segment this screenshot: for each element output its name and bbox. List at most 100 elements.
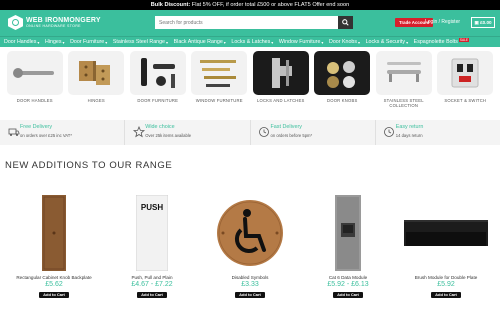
product-card[interactable]: Cat 6 Data Module £5.92 - £6.13 Add to C… [299,195,397,298]
nav-item-locks-security[interactable]: Locks & Security ▾ [366,39,408,45]
feature-title: Free Delivery [20,124,53,130]
nav-item-stainless-steel-range[interactable]: Stainless Steel Range ▾ [113,39,168,45]
category-locks-and-latches[interactable]: LOCKS AND LATCHES [250,51,312,114]
category-hinges[interactable]: HINGES [66,51,128,114]
category-image [375,51,432,95]
category-label: WINDOW FURNITURE [195,98,243,103]
nav-label: Door Knobs [329,39,357,45]
nav-item-locks-latches[interactable]: Locks & Latches ▾ [231,39,273,45]
promo-strong: Bulk Discount: [150,2,191,8]
feature-bar: Free Delivery on orders over £25 inc VAT… [0,120,500,145]
product-image [201,195,299,271]
product-price: £4.67 - £7.22 [131,281,173,288]
nav-label: Locks & Latches [231,39,271,45]
chevron-down-icon: ▾ [358,39,361,45]
nav-label: Hinges [45,39,62,45]
category-door-furniture[interactable]: DOOR FURNITURE [127,51,189,114]
chevron-down-icon: ▾ [406,39,409,45]
nav-item-espagnolette-bolts[interactable]: Espagnolette Bolts SALE [414,38,469,45]
category-image [437,51,494,95]
chevron-down-icon: ▾ [271,39,274,45]
product-name: Cat 6 Data Module [328,275,368,280]
feature-title: Fast Delivery [270,124,302,130]
category-door-handles[interactable]: DOOR HANDLES [4,51,66,114]
add-to-cart-button[interactable]: Add to Cart [39,292,69,298]
category-label: DOOR HANDLES [16,98,53,103]
nav-item-black-antique-range[interactable]: Black Antique Range ▾ [174,39,226,45]
product-price: £5.62 [45,281,63,288]
nav-label: Black Antique Range [173,39,223,45]
nav-item-door-knobs[interactable]: Door Knobs ▾ [329,39,360,45]
product-price: £3.33 [241,281,259,288]
chevron-down-icon: ▾ [166,39,169,45]
logo-icon [8,15,23,30]
cart-button[interactable]: ▣ £0.00 [471,17,495,28]
sale-badge: SALE [458,38,469,42]
search-input[interactable] [155,16,338,29]
category-image [6,51,63,95]
product-card[interactable]: Brush Module for Double Plate £5.92 Add … [397,195,495,298]
search-icon [342,19,349,26]
chevron-down-icon: ▾ [321,39,324,45]
product-card[interactable]: PUSH Push, Pull and Plain £4.67 - £7.22 … [103,195,201,298]
feature-title: Easy return [395,124,424,130]
add-to-cart-button[interactable]: Add to Cart [333,292,363,298]
category-label: LOCKS AND LATCHES [256,98,305,103]
cart-icon: ▣ [474,20,479,25]
push-sign-text: PUSH [140,202,164,212]
star-icon [132,125,145,138]
feature-subtitle: Over 25k items available [145,133,192,138]
category-door-knobs[interactable]: DOOR KNOBS [312,51,374,114]
truck-icon [7,125,20,138]
product-card[interactable]: Rectangular Cabinet Knob Backplate £5.62… [5,195,103,298]
feature-subtitle: 14 days return [395,133,423,138]
product-card[interactable]: Disabled Symbols £3.33 Add to Cart [201,195,299,298]
nav-item-hinges[interactable]: Hinges ▾ [45,39,65,45]
promo-bar: Bulk Discount: Flat 5% OFF, if order tot… [0,0,500,10]
clock-icon [383,125,396,138]
add-to-cart-button[interactable]: Add to Cart [235,292,265,298]
category-window-furniture[interactable]: WINDOW FURNITURE [189,51,251,114]
nav-item-door-furniture[interactable]: Door Furniture ▾ [70,39,107,45]
nav-label: Door Handles [4,39,37,45]
add-to-cart-button[interactable]: Add to Cart [431,292,461,298]
category-stainless-steel[interactable]: STAINLESS STEEL COLLECTION [373,51,435,114]
section-title: NEW ADDITIONS TO OUR RANGE [5,160,173,171]
category-socket-switch[interactable]: SOCKET & SWITCH [435,51,497,114]
category-strip: DOOR HANDLES HINGES DOOR FURNITURE WINDO… [0,47,500,114]
nav-item-window-furniture[interactable]: Window Furniture ▾ [279,39,324,45]
site-logo[interactable]: WEB IRONMONGERY ONLINE HARDWARE STORE [8,15,101,30]
nav-item-door-handles[interactable]: Door Handles ▾ [4,39,39,45]
product-name: Disabled Symbols [231,275,269,280]
chevron-down-icon: ▾ [37,39,40,45]
category-label: DOOR FURNITURE [137,98,179,103]
product-image [5,195,103,271]
logo-title: WEB IRONMONGERY [26,16,101,24]
category-image [191,51,248,95]
chevron-down-icon: ▾ [62,39,65,45]
product-name: Rectangular Cabinet Knob Backplate [16,275,92,280]
nav-label: Stainless Steel Range [112,39,165,45]
feature-subtitle: on orders before 5pm* [270,133,313,138]
nav-label: Window Furniture [278,39,321,45]
product-grid: Rectangular Cabinet Knob Backplate £5.62… [0,195,500,298]
product-image [397,195,495,271]
chevron-down-icon: ▾ [105,39,108,45]
add-to-cart-button[interactable]: Add to Cart [137,292,167,298]
product-name: Push, Pull and Plain [131,275,173,280]
category-label: DOOR KNOBS [327,98,358,103]
logo-tagline: ONLINE HARDWARE STORE [26,23,81,28]
main-nav: Door Handles ▾ Hinges ▾ Door Furniture ▾ St… [0,36,500,47]
category-image [129,51,186,95]
search-button[interactable] [338,16,353,29]
login-register-link[interactable]: Login / Register [425,19,460,26]
product-price: £5.92 [437,281,455,288]
clock-icon [258,125,271,138]
feature-easy-return: Easy return 14 days return [376,120,500,145]
product-name: Brush Module for Double Plate [414,275,478,280]
category-label: SOCKET & SWITCH [444,98,487,103]
feature-free-delivery: Free Delivery on orders over £25 inc VAT… [0,120,126,145]
category-image [314,51,371,95]
feature-wide-choice: Wide choice Over 25k items available [125,120,251,145]
category-image [252,51,309,95]
